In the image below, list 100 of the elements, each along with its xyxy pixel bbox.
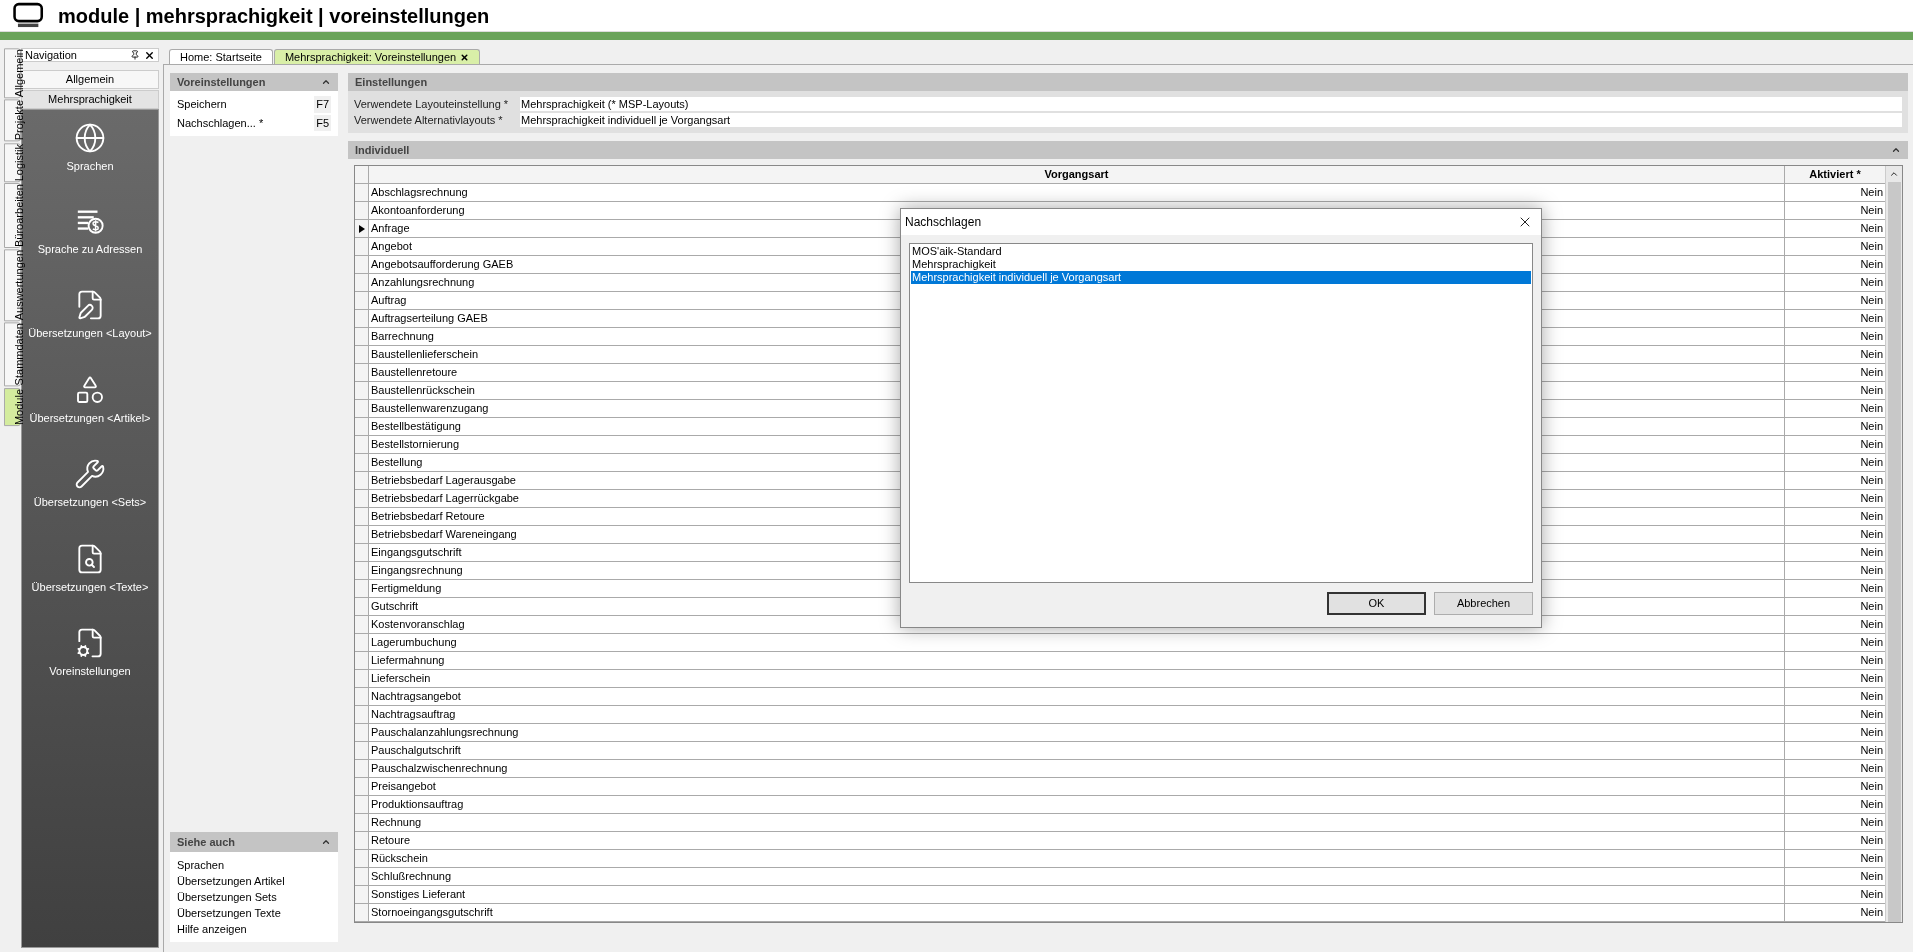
table-cell-text: Nein: [1859, 707, 1884, 722]
scroll-up-icon[interactable]: [1889, 169, 1899, 179]
table-cell-text: Nein: [1859, 275, 1884, 290]
table-cell-text: Nein: [1859, 185, 1884, 200]
table-cell-text: Nein: [1859, 887, 1884, 902]
table-cell-text: Nein: [1859, 797, 1884, 812]
field-label: Verwendete Alternativlayouts *: [354, 112, 504, 128]
table-cell-text: Nein: [1859, 473, 1884, 488]
dialog-button[interactable]: OK: [1327, 592, 1426, 615]
navigation-item[interactable]: Übersetzungen <Texte>: [31, 542, 149, 595]
table-cell-text: Nein: [1859, 329, 1884, 344]
table-cell-text: Nein: [1859, 293, 1884, 308]
table-cell-text: Nein: [1859, 545, 1884, 560]
setting-field[interactable]: Mehrsprachigkeit (* MSP-Layouts): [520, 97, 1902, 111]
collapse-caret-icon[interactable]: [321, 77, 331, 87]
table-cell: Pauschalanzahlungsrechnung: [369, 724, 1785, 741]
shortcut-key: F5: [314, 114, 331, 131]
document-tab[interactable]: Mehrsprachigkeit: Voreinstellungen: [273, 49, 481, 64]
table-cell: Pauschalzwischenrechnung: [369, 760, 1785, 777]
action-link[interactable]: Nachschlagen... *: [177, 114, 264, 131]
close-icon[interactable]: [460, 52, 470, 62]
side-tab[interactable]: Module: [4, 387, 21, 426]
navigation-item-icon: [74, 122, 106, 154]
table-cell-text: Nein: [1859, 815, 1884, 830]
table-cell: Produktionsauftrag: [369, 796, 1785, 813]
table-cell: Sonstiges Lieferant: [369, 886, 1785, 903]
pin-icon[interactable]: [130, 50, 140, 60]
table-cell-text: Nein: [1859, 833, 1884, 848]
table-cell-text: Nein: [1859, 653, 1884, 668]
table-cell-text: Nein: [1859, 599, 1884, 614]
table-cell: Nachtragsangebot: [369, 688, 1785, 705]
table-cell-text: Nein: [1859, 743, 1884, 758]
table-cell-text: Nein: [1859, 617, 1884, 632]
table-cell-text: Nein: [1859, 239, 1884, 254]
navigation-title: Navigation: [25, 47, 78, 63]
table-cell-text: Nein: [1859, 689, 1884, 704]
table-cell: Nachtragsauftrag: [369, 706, 1785, 723]
table-cell-text: Nein: [1859, 509, 1884, 524]
table-cell-text: Nein: [1859, 455, 1884, 470]
see-also-link[interactable]: Hilfe anzeigen: [177, 921, 247, 937]
list-item[interactable]: Mehrsprachigkeit individuell je Vorgangsart: [911, 271, 1531, 284]
table-cell-text: Nein: [1859, 401, 1884, 416]
column-header[interactable]: Vorgangsart: [369, 166, 1785, 183]
table-cell: Pauschalgutschrift: [369, 742, 1785, 759]
navigation-item[interactable]: Übersetzungen <Artikel>: [29, 373, 151, 426]
see-also-link[interactable]: Übersetzungen Texte: [177, 905, 281, 921]
table-cell-text: Nein: [1859, 581, 1884, 596]
list-item[interactable]: Mehrsprachigkeit: [911, 258, 1531, 271]
table-cell-text: Nein: [1859, 761, 1884, 776]
list-item[interactable]: MOS'aik-Standard: [911, 245, 1531, 258]
table-cell-text: Nein: [1859, 779, 1884, 794]
table-cell: Rechnung: [369, 814, 1785, 831]
close-icon[interactable]: [144, 49, 155, 61]
action-link[interactable]: Speichern: [177, 96, 227, 113]
table-cell: Lieferschein: [369, 670, 1785, 687]
setting-field[interactable]: Mehrsprachigkeit individuell je Vorgangsart: [520, 113, 1902, 127]
table-cell-text: Nein: [1859, 869, 1884, 884]
table-cell: Lagerumbuchung: [369, 634, 1785, 651]
table-cell-text: Nein: [1859, 725, 1884, 740]
table-cell: Retoure: [369, 832, 1785, 849]
navigation-item[interactable]: Sprache zu Adressen: [37, 206, 143, 257]
side-tab[interactable]: Stammdaten: [4, 322, 21, 387]
scrollbar-thumb[interactable]: [1887, 182, 1901, 922]
table-cell-text: Nein: [1859, 257, 1884, 272]
module-title: module | mehrsprachigkeit | voreinstellungen: [58, 3, 490, 29]
vertical-scrollbar[interactable]: [1885, 166, 1902, 922]
see-also-link[interactable]: Übersetzungen Sets: [177, 889, 277, 905]
table-cell-text: Nein: [1859, 221, 1884, 236]
table-cell-text: Nein: [1859, 203, 1884, 218]
navigation-item[interactable]: Sprachen: [66, 122, 114, 175]
table-cell-text: Nein: [1859, 383, 1884, 398]
side-tab[interactable]: Büroarbeiten: [4, 182, 21, 248]
field-label: Verwendete Layouteinstellung *: [354, 96, 510, 112]
panel-title: Einstellungen: [355, 74, 428, 90]
table-cell-text: Nein: [1859, 671, 1884, 686]
table-cell-text: Nein: [1859, 635, 1884, 650]
table-cell-text: Nein: [1859, 419, 1884, 434]
monitor-logo-icon: [12, 1, 46, 30]
table-cell-text: Nein: [1859, 347, 1884, 362]
navigation-item[interactable]: Voreinstellungen: [49, 627, 131, 680]
table-cell-text: Nein: [1859, 563, 1884, 578]
table-cell: Stornoeingangsgutschrift: [369, 904, 1785, 921]
collapse-caret-icon[interactable]: [1891, 145, 1901, 155]
dialog-button[interactable]: Abbrechen: [1434, 592, 1533, 615]
navigation-item-icon: [74, 458, 106, 490]
table-cell-text: Nein: [1859, 311, 1884, 326]
document-tab[interactable]: Home: Startseite: [169, 49, 273, 64]
panel-title: Siehe auch: [177, 834, 236, 850]
see-also-link[interactable]: Übersetzungen Artikel: [177, 873, 285, 889]
table-cell-text: Nein: [1859, 437, 1884, 452]
table-cell-text: Nein: [1859, 365, 1884, 380]
navigation-item[interactable]: Übersetzungen <Layout>: [28, 289, 152, 342]
table-cell-text: Nein: [1859, 527, 1884, 542]
current-row-icon: [358, 224, 365, 233]
navigation-item[interactable]: Übersetzungen <Sets>: [33, 458, 147, 511]
panel-title: Individuell: [355, 142, 410, 158]
collapse-caret-icon[interactable]: [321, 837, 331, 847]
row-indicator[interactable]: [355, 220, 369, 237]
see-also-link[interactable]: Sprachen: [177, 857, 225, 873]
column-header[interactable]: Aktiviert *: [1785, 166, 1885, 183]
